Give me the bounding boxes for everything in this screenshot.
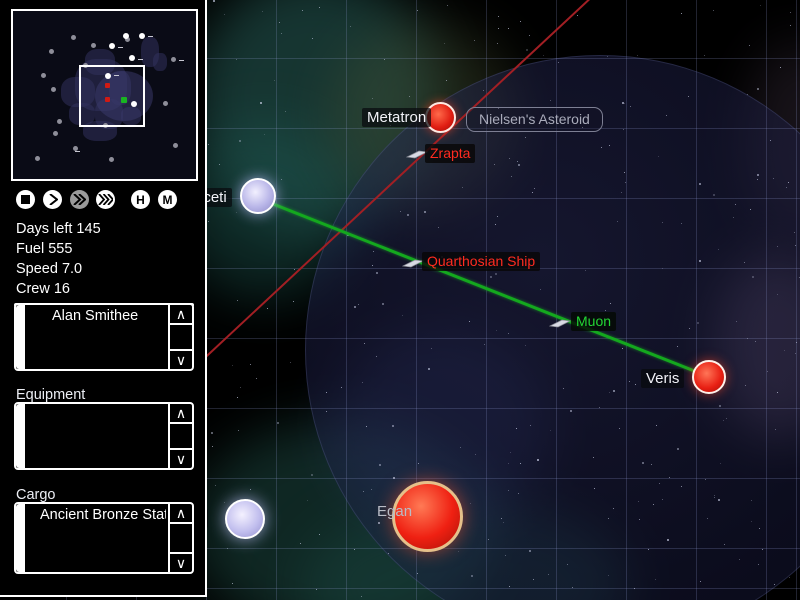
- cargo-items: Ancient Bronze Statue: [27, 506, 166, 570]
- ship-quarthosian-label: Quarthosian Ship: [422, 252, 541, 271]
- scroll-up-icon[interactable]: ∧: [170, 504, 192, 524]
- section-label-cargo: Cargo: [16, 487, 56, 503]
- star-southwest-disc: [225, 499, 265, 539]
- map-button[interactable]: M: [158, 190, 177, 209]
- section-label-equipment: Equipment: [16, 387, 86, 403]
- specialists-selection-bar: [16, 305, 25, 369]
- equipment-selection-bar: [16, 404, 25, 468]
- game-window: aceti Metatron Nielsen's Asteroid Veris …: [0, 0, 800, 600]
- star-veris-label: Veris: [641, 369, 685, 388]
- list-item[interactable]: Ancient Bronze Statue: [27, 506, 166, 525]
- galaxy-minimap[interactable]: [11, 9, 198, 181]
- fastest-forward-button[interactable]: [96, 190, 115, 209]
- selected-object-pill[interactable]: Nielsen's Asteroid: [466, 107, 603, 132]
- scroll-up-icon[interactable]: ∧: [170, 305, 192, 325]
- stat-fuel: Fuel 555: [16, 241, 73, 257]
- star-miraceti[interactable]: [240, 178, 276, 214]
- star-metatron-label: Metatron: [362, 108, 432, 127]
- cargo-selection-bar: [16, 504, 25, 572]
- stop-button[interactable]: [16, 190, 35, 209]
- ship-quarthosian-icon[interactable]: [401, 255, 425, 268]
- minimap-viewport-rect[interactable]: [79, 65, 145, 127]
- ship-muon-label: Muon: [571, 312, 617, 331]
- cargo-listview[interactable]: Ancient Bronze Statue ∧ ∨: [14, 502, 194, 574]
- specialists-scrollbar[interactable]: ∧ ∨: [168, 305, 192, 369]
- ship-muon-icon[interactable]: [548, 315, 572, 328]
- stat-speed: Speed 7.0: [16, 261, 83, 277]
- star-egan-label: Egan: [377, 503, 413, 520]
- equipment-items: [27, 406, 166, 466]
- star-southwest[interactable]: [225, 499, 265, 539]
- scroll-down-icon[interactable]: ∨: [170, 552, 192, 572]
- play-button[interactable]: [43, 190, 62, 209]
- scroll-down-icon[interactable]: ∨: [170, 349, 192, 369]
- cargo-scrollbar[interactable]: ∧ ∨: [168, 504, 192, 572]
- equipment-scrollbar[interactable]: ∧ ∨: [168, 404, 192, 468]
- stat-days-left: Days left 145: [16, 221, 101, 237]
- specialists-listview[interactable]: Alan Smithee ∧ ∨: [14, 303, 194, 371]
- star-veris[interactable]: [692, 360, 726, 394]
- specialists-items: Alan Smithee: [27, 307, 166, 367]
- hail-button[interactable]: H: [131, 190, 150, 209]
- ship-zrapta-label: Zrapta: [425, 144, 476, 163]
- star-miraceti-disc: [240, 178, 276, 214]
- scroll-up-icon[interactable]: ∧: [170, 404, 192, 424]
- scroll-down-icon[interactable]: ∨: [170, 448, 192, 468]
- star-veris-disc: [692, 360, 726, 394]
- equipment-listview[interactable]: ∧ ∨: [14, 402, 194, 470]
- stat-crew: Crew 16: [16, 281, 70, 297]
- hud-sidebar: H M Days left 145 Fuel 555 Speed 7.0 Cre…: [0, 0, 207, 597]
- list-item[interactable]: Alan Smithee: [27, 307, 166, 326]
- fast-forward-button[interactable]: [70, 190, 89, 209]
